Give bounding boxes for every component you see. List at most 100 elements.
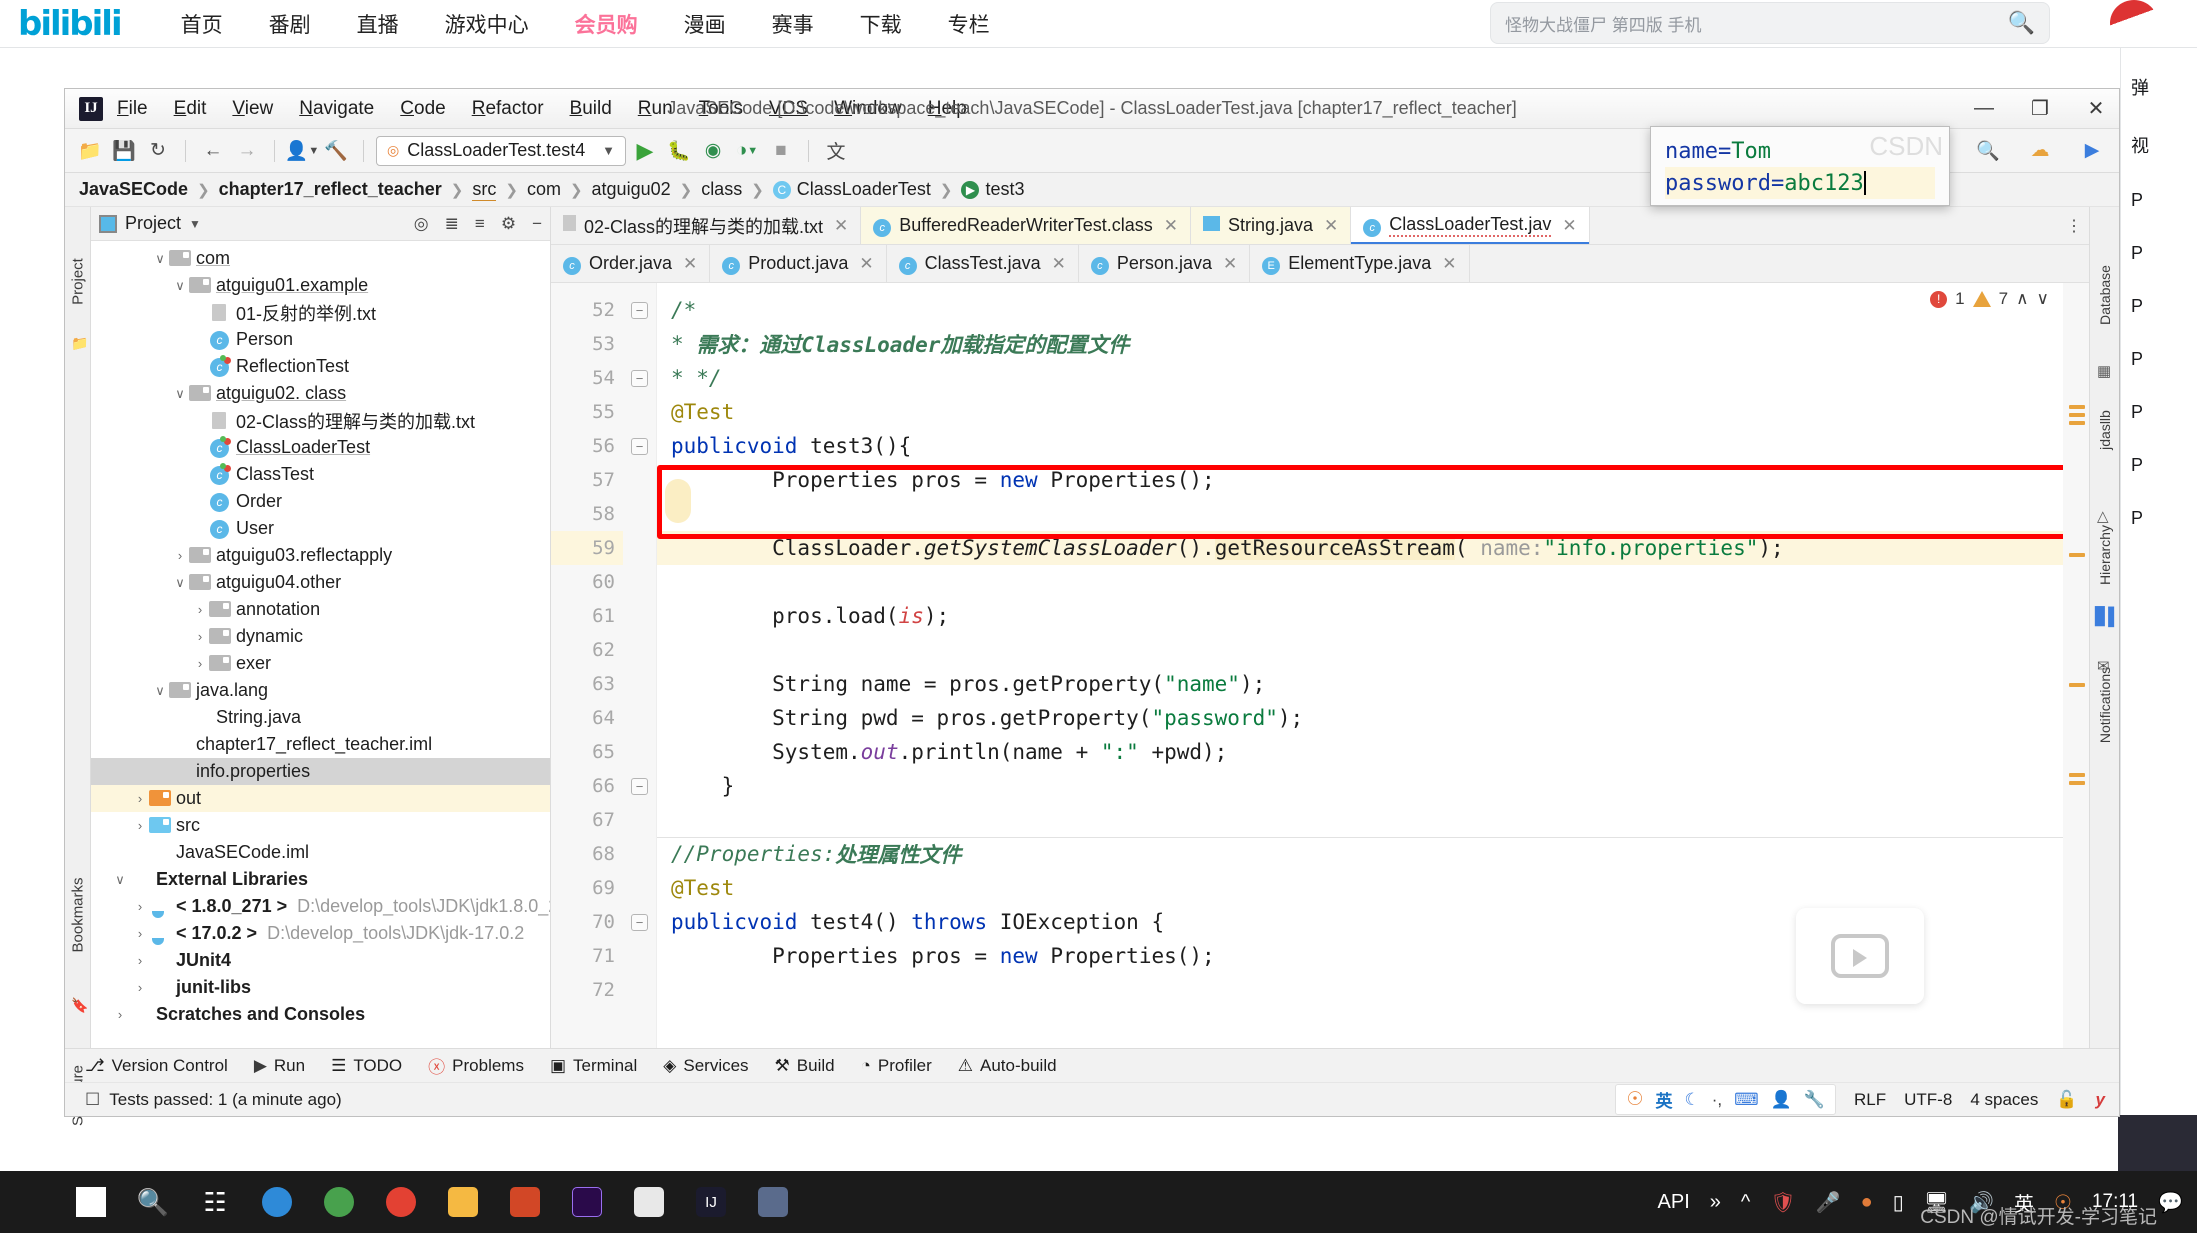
- line-number[interactable]: 58: [551, 497, 623, 531]
- tree-node[interactable]: 01-反射的举例.txt: [91, 299, 550, 326]
- tree-expand-arrow-icon[interactable]: ›: [131, 926, 149, 941]
- close-tab-icon[interactable]: ✕: [1324, 216, 1338, 236]
- tree-node[interactable]: c Person: [91, 326, 550, 353]
- edge-icon[interactable]: [246, 1171, 308, 1233]
- indent-label[interactable]: 4 spaces: [1970, 1090, 2038, 1110]
- editor-tab[interactable]: c Person.java ✕: [1078, 245, 1251, 282]
- tree-node[interactable]: c Order: [91, 488, 550, 515]
- code-line[interactable]: @Test: [657, 871, 2063, 905]
- tree-node[interactable]: › exer: [91, 650, 550, 677]
- code-line[interactable]: [657, 633, 2063, 667]
- antivirus-icon[interactable]: 🛡: [1770, 1190, 1795, 1215]
- tree-node[interactable]: › JUnit4: [91, 947, 550, 974]
- browser-nav-item[interactable]: 赛事: [772, 9, 814, 39]
- taskview-icon[interactable]: ☷: [184, 1171, 246, 1233]
- tree-expand-arrow-icon[interactable]: ›: [131, 818, 149, 833]
- idea-icon[interactable]: IJ: [680, 1171, 742, 1233]
- tree-node[interactable]: c ReflectionTest: [91, 353, 550, 380]
- code-folding-column[interactable]: − − − − −: [623, 283, 657, 1048]
- tree-node[interactable]: › atguigu03.reflectapply: [91, 542, 550, 569]
- calc-icon[interactable]: [742, 1171, 804, 1233]
- ppt-icon[interactable]: [494, 1171, 556, 1233]
- tool-window-build[interactable]: ⚒ Build: [775, 1056, 835, 1076]
- code-line[interactable]: [657, 803, 2063, 837]
- menu-item-view[interactable]: View: [232, 98, 273, 120]
- line-number[interactable]: 65: [551, 735, 623, 769]
- line-number[interactable]: 67: [551, 803, 623, 837]
- moon-icon[interactable]: ☾: [1684, 1090, 1699, 1110]
- line-number[interactable]: 68: [551, 837, 623, 871]
- code-line[interactable]: ClassLoader. getSystemClassLoader (). getRe…: [657, 531, 2063, 565]
- browser-nav-item[interactable]: 游戏中心: [445, 9, 529, 39]
- line-number[interactable]: 69: [551, 871, 623, 905]
- breadcrumb-item-classloadertest[interactable]: ClassLoaderTest: [797, 179, 931, 201]
- ime-indicator[interactable]: ☉ 英 ☾ ·, ⌨ 👤 🔧: [1615, 1084, 1837, 1115]
- tab-overflow-icon[interactable]: ⋮: [2059, 207, 2089, 244]
- notification-center-icon[interactable]: 💬: [2158, 1190, 2183, 1215]
- warning-marker[interactable]: [2069, 421, 2085, 425]
- back-arrow-icon[interactable]: ←: [198, 136, 228, 166]
- close-tab-icon[interactable]: ✕: [1223, 254, 1237, 274]
- fold-slot[interactable]: −: [623, 429, 656, 463]
- tree-node[interactable]: info.properties: [91, 758, 550, 785]
- tree-expand-arrow-icon[interactable]: ∨: [151, 683, 169, 699]
- sidebar-item-project[interactable]: Project: [70, 245, 87, 319]
- menu-item-navigate[interactable]: Navigate: [299, 98, 374, 120]
- ime-language-label[interactable]: 英: [1655, 1087, 1672, 1112]
- breadcrumb-item-class[interactable]: class: [701, 179, 742, 201]
- wrench-icon[interactable]: 🔧: [1804, 1090, 1825, 1110]
- code-line[interactable]: }: [657, 769, 2063, 803]
- browser-right-panel-item[interactable]: P: [2121, 492, 2197, 545]
- browser-nav-item[interactable]: 专栏: [948, 9, 990, 39]
- warning-marker[interactable]: [2069, 405, 2085, 409]
- debug-icon[interactable]: 🐛: [664, 136, 694, 166]
- close-tab-icon[interactable]: ✕: [1052, 254, 1066, 274]
- code-line[interactable]: @Test: [657, 395, 2063, 429]
- tree-expand-arrow-icon[interactable]: ∨: [111, 872, 129, 888]
- next-highlight-icon[interactable]: ∨: [2037, 289, 2049, 309]
- tree-node[interactable]: › < 1.8.0_271 > D:\develop_tools\JDK\jdk1.…: [91, 893, 550, 920]
- fold-slot[interactable]: −: [623, 293, 656, 327]
- tool-window-problems[interactable]: ⓧ Problems: [428, 1053, 524, 1078]
- code-line[interactable]: * 需求：通过ClassLoader加载指定的配置文件: [657, 327, 2063, 361]
- breadcrumb-item-src[interactable]: src: [472, 179, 497, 201]
- tool-window-services[interactable]: ◈ Services: [663, 1056, 748, 1076]
- punct-icon[interactable]: ·,: [1712, 1090, 1722, 1110]
- tool-window-auto-build[interactable]: ⚠ Auto-build: [958, 1056, 1057, 1076]
- chevron-up-icon[interactable]: ^: [1741, 1191, 1750, 1214]
- code-line[interactable]: [657, 497, 2063, 531]
- tree-node[interactable]: › out: [91, 785, 550, 812]
- tree-node[interactable]: › dynamic: [91, 623, 550, 650]
- bilibili-logo[interactable]: bilibili: [18, 4, 123, 44]
- minimize-button[interactable]: —: [1971, 97, 1997, 120]
- line-number[interactable]: 66: [551, 769, 623, 803]
- coverage-icon[interactable]: ◉: [698, 136, 728, 166]
- sidebar-item-bookmarks[interactable]: Bookmarks: [70, 877, 87, 952]
- battery-icon[interactable]: ▯: [1893, 1190, 1904, 1215]
- search-everywhere-icon[interactable]: 🔍: [1973, 136, 2003, 166]
- warning-marker[interactable]: [2069, 683, 2085, 687]
- fold-slot[interactable]: −: [623, 769, 656, 803]
- tree-expand-arrow-icon[interactable]: ∨: [171, 386, 189, 402]
- browser-nav-item[interactable]: 首页: [181, 9, 223, 39]
- code-line[interactable]: String name = pros.getProperty("name");: [657, 667, 2063, 701]
- play-icon[interactable]: ▶: [2077, 136, 2107, 166]
- search-icon[interactable]: 🔍: [2008, 10, 2035, 36]
- chrome2-icon[interactable]: [370, 1171, 432, 1233]
- tree-expand-arrow-icon[interactable]: ∨: [151, 251, 169, 267]
- sidebar-item-jdaslib[interactable]: jdasllb: [2097, 387, 2113, 473]
- locate-icon[interactable]: ◎: [414, 214, 429, 234]
- editor-tab[interactable]: String.java ✕: [1190, 207, 1352, 244]
- tree-node[interactable]: › junit-libs: [91, 974, 550, 1001]
- premiere-icon[interactable]: [556, 1171, 618, 1233]
- tree-node[interactable]: c ClassLoaderTest: [91, 434, 550, 461]
- browser-right-panel-item[interactable]: P: [2121, 439, 2197, 492]
- save-icon[interactable]: 💾: [109, 136, 139, 166]
- explorer-icon[interactable]: [432, 1171, 494, 1233]
- code-line[interactable]: public void test3(){: [657, 429, 2063, 463]
- browser-right-panel-item[interactable]: P: [2121, 333, 2197, 386]
- fold-toggle-icon[interactable]: −: [631, 301, 648, 319]
- tool-window-profiler[interactable]: ◔ Profiler: [861, 1056, 932, 1076]
- collapse-icon[interactable]: ≣: [445, 214, 459, 234]
- line-number[interactable]: 64: [551, 701, 623, 735]
